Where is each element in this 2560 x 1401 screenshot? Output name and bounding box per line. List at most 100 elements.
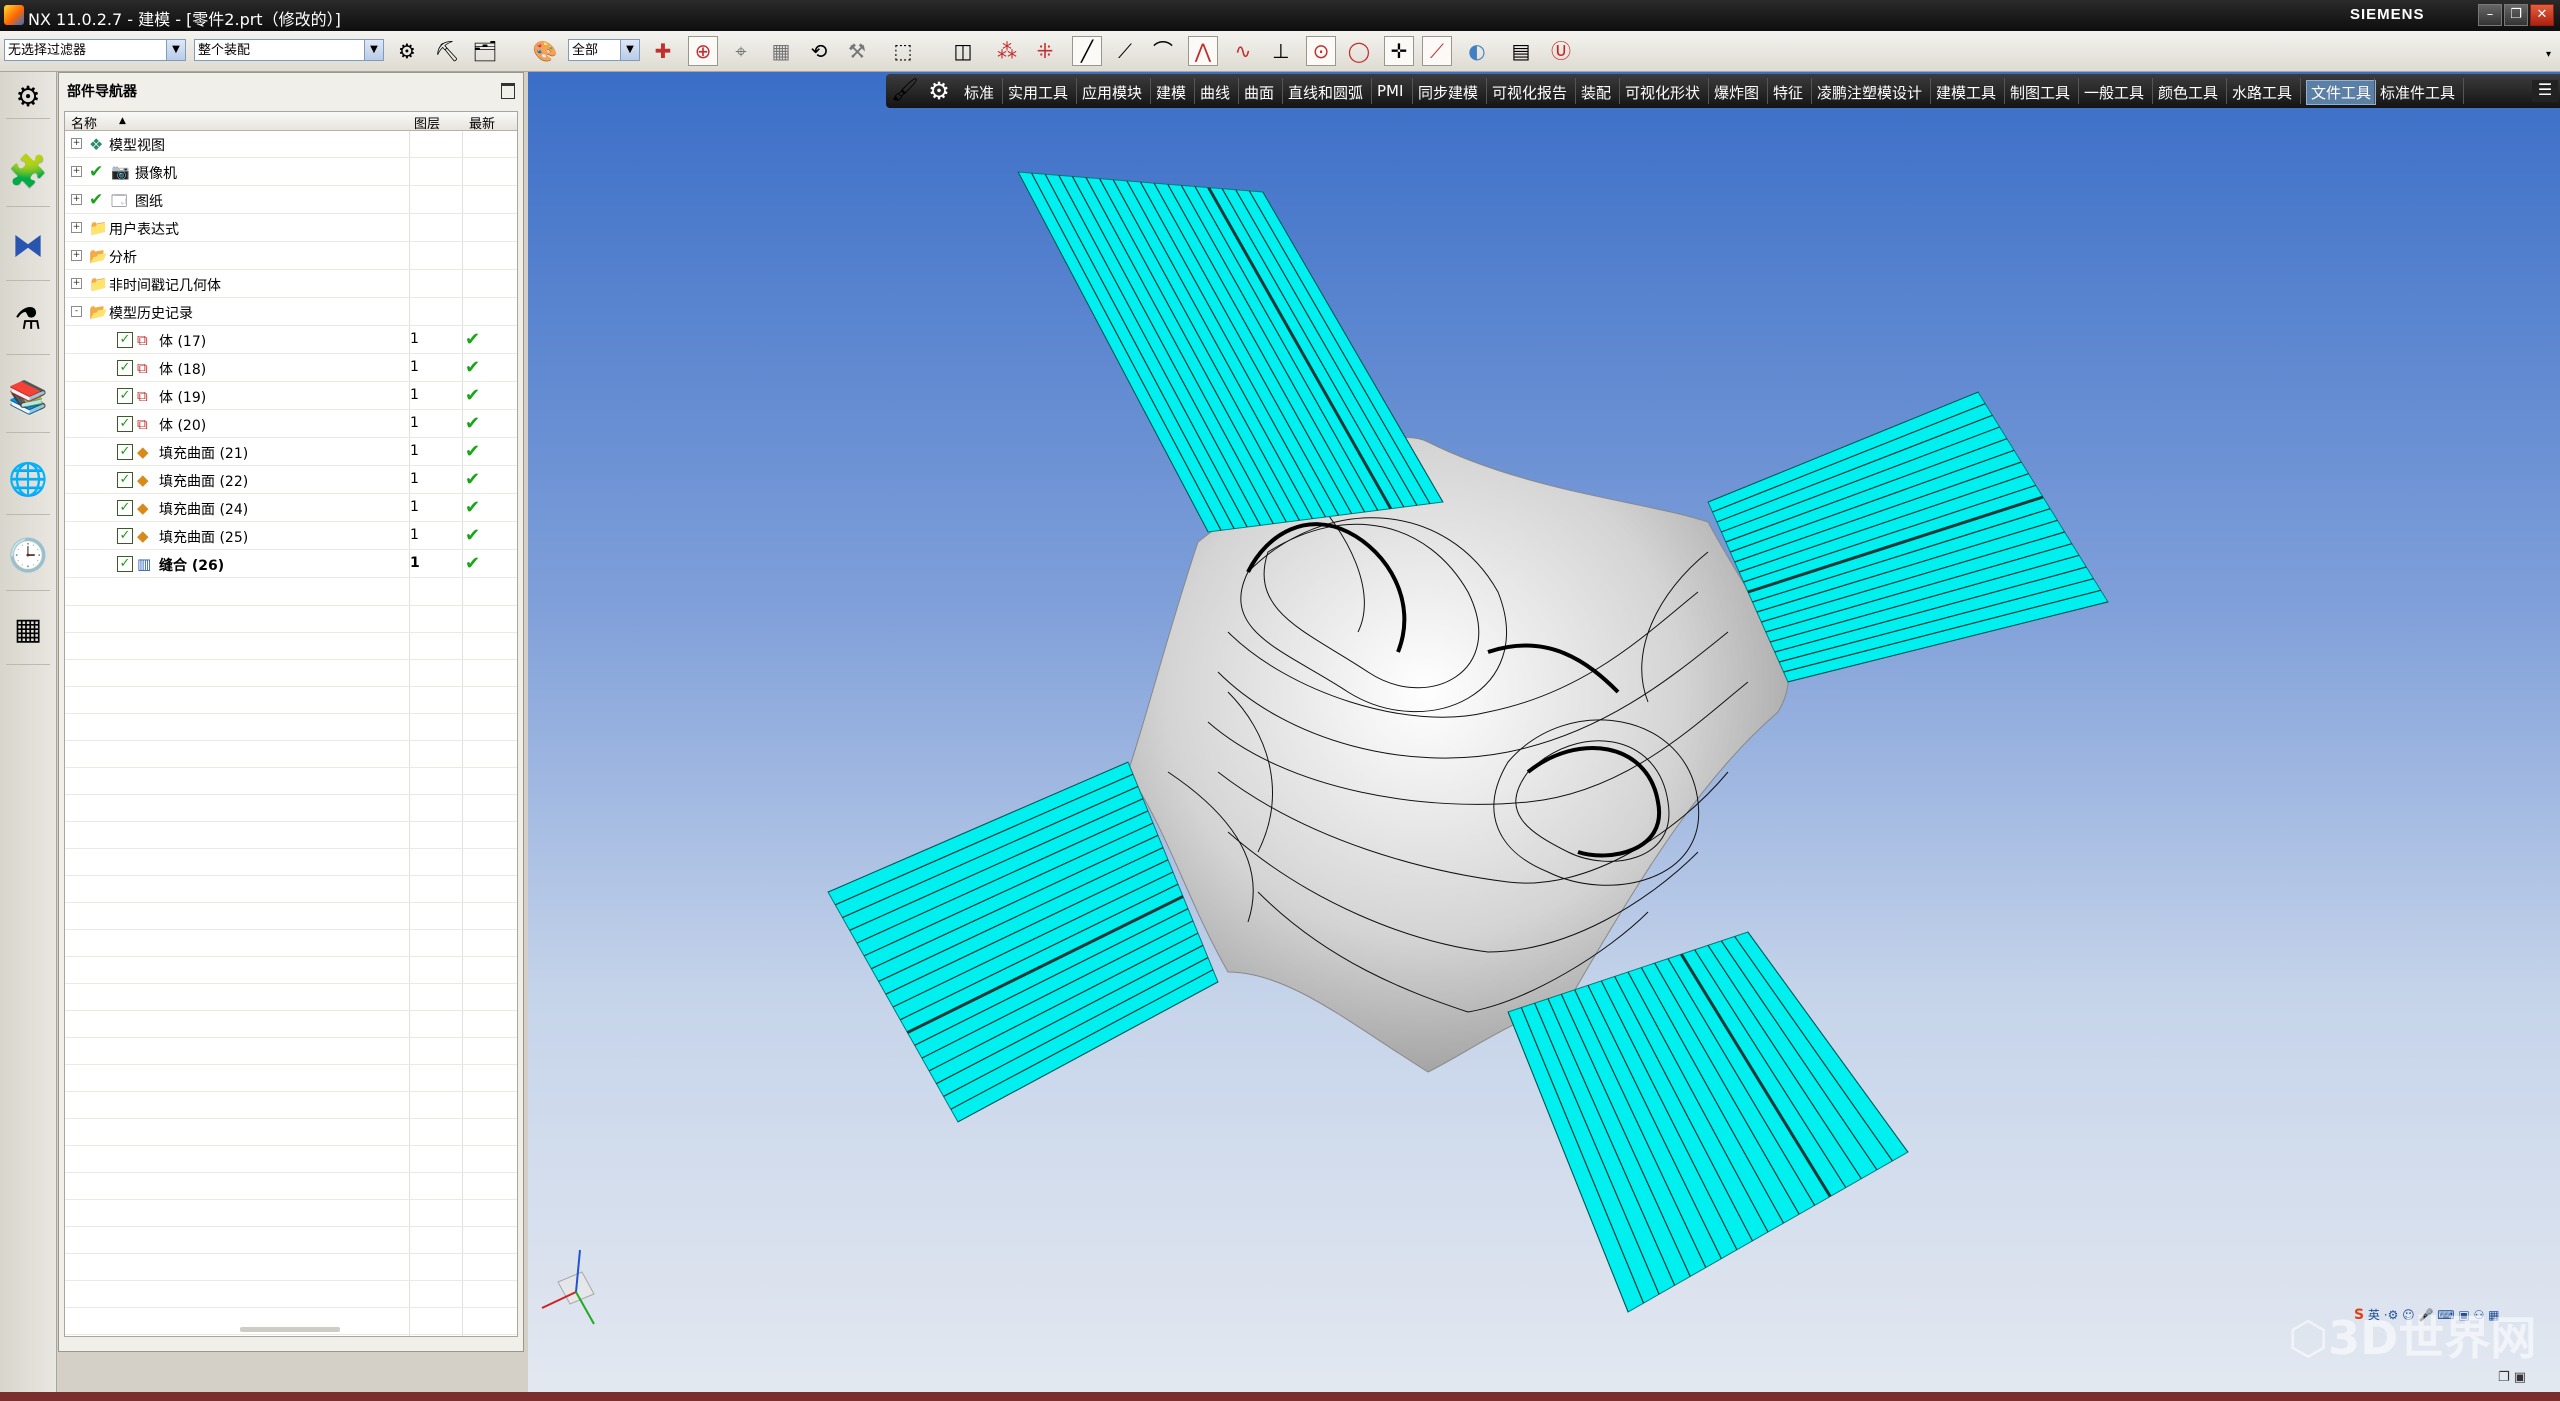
visibility-checkbox[interactable]: ✓ <box>117 360 133 376</box>
expand-icon[interactable]: + <box>71 222 82 233</box>
web-browser-icon[interactable]: 🌐 <box>6 444 50 515</box>
grid-snap-icon[interactable]: ▦ <box>766 36 796 66</box>
feature-layer: 1 <box>410 471 419 487</box>
visibility-checkbox[interactable]: ✓ <box>117 528 133 544</box>
crosshair-icon[interactable]: ✛ <box>1384 36 1414 66</box>
expand-icon[interactable]: + <box>71 194 82 205</box>
circle-icon[interactable]: ⊙ <box>1306 36 1336 66</box>
feature-row[interactable]: ✓ ◆ 填充曲面 (25) 1 ✔ <box>65 522 517 550</box>
feature-row[interactable]: ✓ ⧉ 体 (18) 1 ✔ <box>65 354 517 382</box>
visibility-checkbox[interactable]: ✓ <box>117 444 133 460</box>
control-point-icon[interactable]: ⁂ <box>992 36 1022 66</box>
tree-node-model-history[interactable]: - 📂 模型历史记录 <box>65 298 517 326</box>
filter-tool-icon[interactable]: ⛏ <box>432 36 462 66</box>
visibility-checkbox[interactable]: ✓ <box>117 556 133 572</box>
gear-icon[interactable]: ⚙ <box>6 74 50 119</box>
tree-node-non-timestamp-geometry[interactable]: + 📁 非时间戳记几何体 <box>65 270 517 298</box>
polyline-icon[interactable]: ⋀ <box>1188 36 1218 66</box>
feature-row[interactable]: ✓ ⧉ 体 (20) 1 ✔ <box>65 410 517 438</box>
arm-surface-top[interactable] <box>1017 171 1444 533</box>
folder-icon: 📁 <box>89 219 108 237</box>
horizontal-scrollbar[interactable] <box>240 1327 340 1332</box>
color-palette-icon[interactable]: 🎨 <box>530 36 560 66</box>
wcs-icon[interactable]: ⚒ <box>842 36 872 66</box>
line-point-icon[interactable]: ⟋ <box>1422 36 1452 66</box>
resource-bar: ⚙ 🧩 ⧓ ⚗ 📚 🌐 🕒 ▦ <box>0 72 57 1392</box>
latest-check-icon: ✔ <box>465 497 481 518</box>
constraint-navigator-icon[interactable]: ⧓ <box>6 210 50 281</box>
circle-center-icon[interactable]: ◯ <box>1344 36 1374 66</box>
navigator-tree[interactable]: 名称 ▲ 图层 最新 + ❖ 模型视图 + ✔ 📷 摄像机 + ✔ 🗔 图纸 +… <box>64 111 518 1337</box>
rectangle-select-icon[interactable]: ⬚ <box>888 36 918 66</box>
tree-node-analysis[interactable]: + 📂 分析 <box>65 242 517 270</box>
feature-row-sew[interactable]: ✓ ▥ 缝合 (26) 1 ✔ <box>65 550 517 578</box>
select-feature-icon[interactable]: 🗂 <box>470 36 500 66</box>
visibility-checkbox[interactable]: ✓ <box>117 500 133 516</box>
expand-icon[interactable]: + <box>71 278 82 289</box>
spline-icon[interactable]: ∿ <box>1228 36 1258 66</box>
selection-filter-dropdown[interactable]: 无选择过滤器 ▼ <box>4 39 186 61</box>
reuse-library-icon[interactable]: 📚 <box>6 362 50 433</box>
window-mode-icon[interactable]: ❐ ▣ <box>2498 1370 2526 1385</box>
perpendicular-icon[interactable]: ⊥ <box>1266 36 1296 66</box>
line-icon[interactable]: ╱ <box>1072 36 1102 66</box>
feature-row[interactable]: ✓ ⧉ 体 (17) 1 ✔ <box>65 326 517 354</box>
grid-table-icon[interactable]: ▤ <box>1506 36 1536 66</box>
expand-icon[interactable]: + <box>71 166 82 177</box>
arc-tool-icon[interactable]: ⌒ <box>1148 36 1178 66</box>
feature-row[interactable]: ✓ ⧉ 体 (19) 1 ✔ <box>65 382 517 410</box>
plugin-logo-icon[interactable]: Ⓤ <box>1546 36 1576 66</box>
visibility-checkbox[interactable]: ✓ <box>117 332 133 348</box>
tree-node-user-expressions[interactable]: + 📁 用户表达式 <box>65 214 517 242</box>
empty-row <box>65 1226 517 1254</box>
rotate-icon[interactable]: ⟲ <box>804 36 834 66</box>
feature-row[interactable]: ✓ ◆ 填充曲面 (22) 1 ✔ <box>65 466 517 494</box>
model-view-icon: ❖ <box>89 135 104 154</box>
navigator-header: 名称 ▲ 图层 最新 <box>65 112 517 132</box>
snap-settings-icon[interactable]: ⚙ <box>392 36 422 66</box>
chevron-down-icon[interactable]: ▼ <box>364 40 383 60</box>
snap-point-icon[interactable]: ✚ <box>648 36 678 66</box>
graphics-window[interactable]: 🖌 ⚙ 标准 实用工具 应用模块 建模 曲线 曲面 直线和圆弧 PMI 同步建模 可视化报告 装配可… <box>528 72 2560 1392</box>
empty-row <box>65 767 517 795</box>
assembly-navigator-icon[interactable]: 🧩 <box>6 136 50 207</box>
empty-row <box>65 875 517 903</box>
restore-button[interactable]: ❐ <box>2504 4 2528 26</box>
history-clock-icon[interactable]: 🕒 <box>6 520 50 591</box>
close-button[interactable]: ✕ <box>2530 4 2554 26</box>
visibility-checkbox[interactable]: ✓ <box>117 472 133 488</box>
pole-point-icon[interactable]: ⁜ <box>1030 36 1060 66</box>
tree-node-camera[interactable]: + ✔ 📷 摄像机 <box>65 158 517 186</box>
expand-icon[interactable]: + <box>71 250 82 261</box>
roles-icon[interactable]: ▦ <box>6 594 50 665</box>
feature-row[interactable]: ✓ ◆ 填充曲面 (21) 1 ✔ <box>65 438 517 466</box>
tree-node-model-views[interactable]: + ❖ 模型视图 <box>65 130 517 158</box>
feature-label: 填充曲面 (21) <box>159 446 249 462</box>
type-filter-dropdown[interactable]: 全部 ▼ <box>568 39 640 61</box>
latest-check-icon: ✔ <box>465 329 481 350</box>
nx-app-icon[interactable] <box>4 5 24 25</box>
end-point-icon[interactable]: ⌖ <box>726 36 756 66</box>
surface-point-icon[interactable]: ◐ <box>1462 36 1492 66</box>
assembly-scope-dropdown[interactable]: 整个装配 ▼ <box>194 39 384 61</box>
expand-icon[interactable]: + <box>71 138 82 149</box>
empty-row <box>65 605 517 633</box>
taskbar <box>0 1392 2560 1401</box>
line-tangent-icon[interactable]: ⟋ <box>1110 36 1140 66</box>
tree-node-label: 模型视图 <box>109 138 165 154</box>
empty-row <box>65 848 517 876</box>
point-snap-icon[interactable]: ⊕ <box>688 36 718 66</box>
collapse-icon[interactable]: - <box>71 306 82 317</box>
maximize-panel-icon[interactable] <box>501 83 515 99</box>
toolbar-overflow-icon[interactable]: ▾ <box>2546 49 2551 60</box>
chevron-down-icon[interactable]: ▼ <box>620 40 639 60</box>
view-box-icon[interactable]: ◫ <box>948 36 978 66</box>
part-navigator-icon[interactable]: ⚗ <box>6 284 50 355</box>
visibility-checkbox[interactable]: ✓ <box>117 388 133 404</box>
minimize-button[interactable]: – <box>2478 4 2502 26</box>
chevron-down-icon[interactable]: ▼ <box>166 40 185 60</box>
visibility-checkbox[interactable]: ✓ <box>117 416 133 432</box>
feature-row[interactable]: ✓ ◆ 填充曲面 (24) 1 ✔ <box>65 494 517 522</box>
tree-node-drawings[interactable]: + ✔ 🗔 图纸 <box>65 186 517 214</box>
model-view[interactable] <box>528 72 2560 1392</box>
